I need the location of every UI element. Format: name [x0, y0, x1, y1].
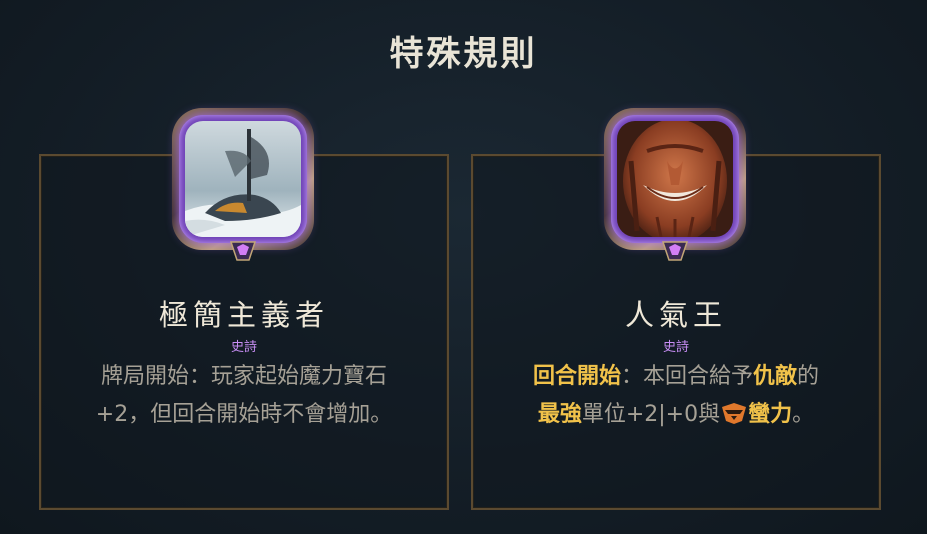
description-line: 牌局開始：玩家起始魔力寶石 [100, 364, 387, 389]
description-text: 單位+2|+0與 [581, 402, 721, 427]
rarity-label: 史詩 [230, 340, 257, 355]
grinning-champion-portrait-icon [600, 104, 750, 261]
page-title: 特殊規則 [389, 34, 538, 74]
shipwreck-portrait-icon [168, 104, 318, 261]
description-text: 的 [797, 364, 820, 389]
description-text: ：本回合給予 [620, 364, 753, 389]
overwhelm-icon [720, 400, 748, 424]
keyword-strongest[interactable]: 最強 [538, 402, 582, 427]
card-name: 極簡主義者 [158, 298, 329, 332]
keyword-overwhelm[interactable]: 蠻力 [748, 402, 792, 427]
card-description: 牌局開始：玩家起始魔力寶石 +2，但回合開始時不會增加。 [54, 358, 434, 434]
card-name: 人氣王 [624, 298, 727, 332]
card-description: 回合開始：本回合給予仇敵的 最強單位+2|+0與 蠻力。 [486, 358, 866, 434]
keyword-round-start[interactable]: 回合開始 [533, 364, 621, 389]
description-line: +2，但回合開始時不會增加。 [95, 402, 393, 427]
keyword-nemesis[interactable]: 仇敵 [753, 364, 797, 389]
rarity-label: 史詩 [662, 340, 689, 355]
description-text: 。 [792, 402, 815, 427]
